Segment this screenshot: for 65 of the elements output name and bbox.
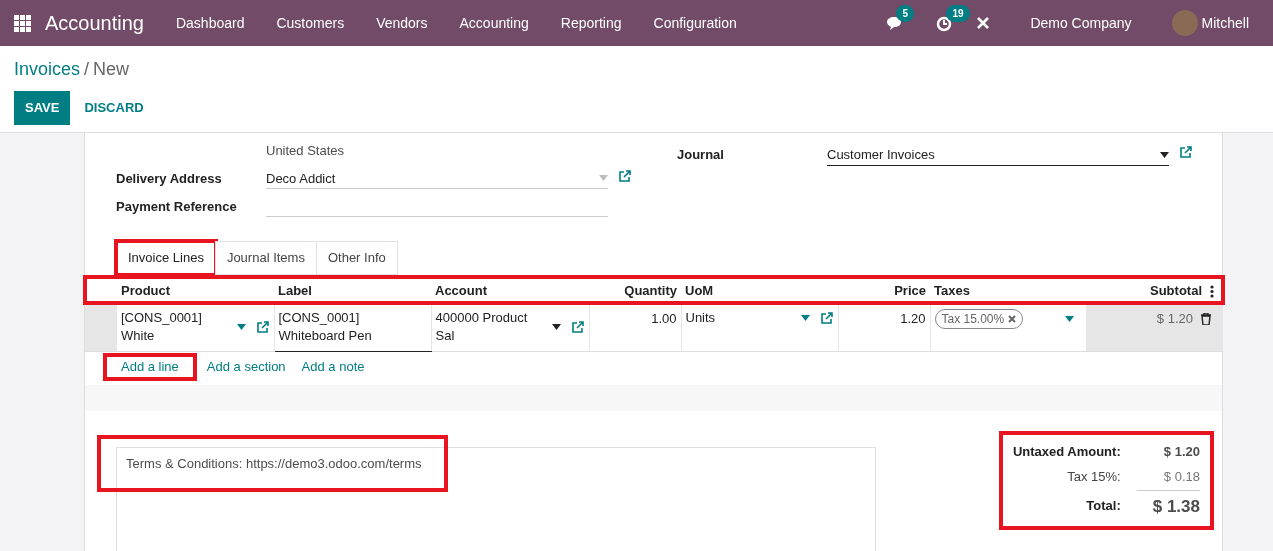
total-label: Untaxed Amount:	[1012, 442, 1122, 461]
total-amount: $ 0.18	[1136, 464, 1200, 490]
external-link-icon[interactable]	[1179, 145, 1193, 159]
caret-icon[interactable]	[551, 324, 561, 330]
add-line-link[interactable]: Add a note	[297, 355, 369, 379]
tab[interactable]: Journal Items	[214, 241, 317, 275]
total-amount: $ 1.38	[1136, 490, 1200, 522]
total-amount: $ 1.20	[1162, 442, 1200, 461]
price-cell[interactable]: 1.20	[838, 303, 930, 352]
external-link-icon[interactable]	[255, 320, 270, 334]
subtotal-cell-text: $ 1.20	[1156, 310, 1193, 328]
field-label: Payment Reference	[116, 198, 238, 216]
tools-icon[interactable]	[976, 16, 991, 30]
tab[interactable]: Other Info	[315, 241, 398, 275]
discard-button[interactable]: DISCARD	[70, 91, 158, 125]
external-link-icon[interactable]	[618, 168, 632, 183]
quantity-cell[interactable]: 1.00	[589, 303, 681, 352]
field-label: Journal	[677, 146, 725, 164]
menu-item[interactable]: Dashboard	[159, 12, 261, 34]
column-header[interactable]: Price	[838, 276, 930, 303]
column-header[interactable]: Label	[274, 276, 431, 303]
field-label: Delivery Address	[116, 169, 223, 188]
column-header[interactable]: Quantity	[589, 276, 681, 303]
add-line-link[interactable]: Add a section	[202, 355, 290, 379]
more-options-icon[interactable]	[1210, 284, 1214, 298]
column-header[interactable]: Product	[117, 276, 274, 303]
breadcrumb-link[interactable]: Invoices	[14, 56, 81, 83]
account-cell[interactable]: 400000 Product Sal	[435, 309, 548, 345]
column-header[interactable]: Subtotal	[1086, 276, 1206, 303]
tab[interactable]: Invoice Lines	[116, 241, 216, 275]
remove-icon[interactable]	[1008, 315, 1017, 323]
company-switcher[interactable]: Demo Company	[1014, 12, 1148, 34]
total-label: Total:	[1012, 490, 1137, 522]
clock-icon[interactable]	[936, 15, 953, 32]
menu-item[interactable]: Reporting	[544, 12, 638, 34]
input-field[interactable]: Deco Addict	[266, 168, 608, 189]
trash-icon[interactable]	[1201, 312, 1211, 325]
label-cell[interactable]: [CONS_0001] Whiteboard Pen	[274, 303, 431, 352]
terms-textarea[interactable]	[116, 446, 876, 551]
journal-select[interactable]: Customer Invoices	[827, 145, 1169, 166]
add-line-link[interactable]: Add a line	[105, 355, 195, 379]
menu-item[interactable]: Configuration	[637, 12, 753, 34]
user-menu[interactable]: Mitchell	[1197, 12, 1265, 34]
total-label: Tax 15%:	[1012, 464, 1137, 490]
message-count-badge: 5	[896, 5, 914, 23]
apps-menu-icon[interactable]	[14, 14, 31, 32]
save-button[interactable]: SAVE	[14, 91, 71, 125]
activity-count-badge: 19	[946, 5, 970, 23]
breadcrumb-separator: /	[84, 58, 90, 81]
breadcrumb-current: New	[93, 58, 130, 81]
address-line: United States	[266, 142, 345, 160]
column-header[interactable]: Account	[431, 276, 589, 303]
product-cell[interactable]: [CONS_0001] White	[121, 309, 233, 345]
menu-item[interactable]: Customers	[260, 12, 361, 34]
row-handle[interactable]	[85, 303, 117, 352]
terms-text: Terms & Conditions: https://demo3.odoo.com/terms	[99, 436, 446, 490]
column-header[interactable]: Taxes	[930, 276, 1086, 303]
caret-icon[interactable]	[1160, 151, 1169, 158]
menu-item[interactable]: Accounting	[443, 12, 545, 34]
external-link-icon[interactable]	[819, 311, 834, 325]
uom-cell[interactable]: Units	[685, 309, 797, 327]
external-link-icon[interactable]	[570, 320, 585, 334]
app-title[interactable]: Accounting	[31, 8, 160, 38]
menu-item[interactable]: Vendors	[360, 12, 444, 34]
column-header[interactable]: UoM	[681, 276, 838, 303]
